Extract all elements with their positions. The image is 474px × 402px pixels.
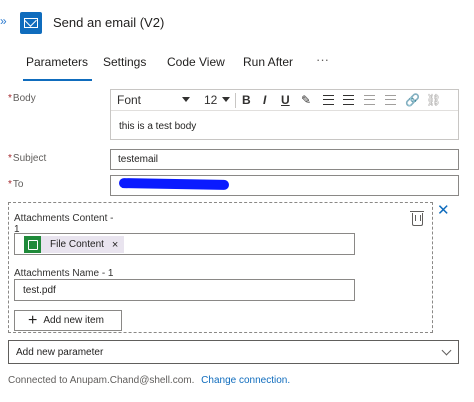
tab-settings[interactable]: Settings [103, 55, 146, 69]
redaction-scribble [118, 178, 230, 190]
subject-label: *Subject [8, 153, 47, 164]
numbered-list-icon[interactable] [343, 95, 354, 105]
decrease-indent-icon[interactable] [364, 95, 375, 105]
outlook-icon [20, 12, 42, 34]
collapse-arrow-icon[interactable]: » [0, 14, 7, 28]
italic-button[interactable]: I [263, 93, 266, 107]
editor-toolbar: Font 12 B I U ✎ 🔗 ⛓ [111, 90, 458, 111]
chevron-down-icon [441, 345, 452, 356]
remove-token-icon[interactable]: × [112, 239, 118, 251]
tab-parameters[interactable]: Parameters [22, 55, 93, 81]
action-header: » Send an email (V2) [0, 0, 474, 46]
connection-text: Connected to Anupam.Chand@shell.com. [8, 375, 195, 386]
add-parameter-dropdown[interactable]: Add new parameter [8, 340, 459, 364]
underline-button[interactable]: U [281, 93, 290, 107]
attachments-name-input[interactable]: test.pdf [14, 279, 355, 301]
file-content-token[interactable]: File Content × [24, 236, 125, 253]
tab-code-view[interactable]: Code View [167, 55, 225, 69]
sharepoint-file-icon [24, 236, 41, 253]
add-new-item-button[interactable]: + Add new item [14, 310, 122, 331]
link-icon[interactable]: 🔗 [405, 93, 420, 107]
body-text[interactable]: this is a test body [119, 121, 196, 132]
plus-icon: + [28, 311, 38, 329]
font-size-select[interactable]: 12 [204, 93, 217, 107]
attachments-name-label: Attachments Name - 1 [14, 268, 114, 279]
to-label: *To [8, 179, 24, 190]
attachments-content-label: Attachments Content - 1 [14, 213, 114, 235]
tab-run-after[interactable]: Run After [243, 55, 293, 69]
connection-footer: Connected to Anupam.Chand@shell.com. Cha… [8, 375, 290, 386]
delete-item-icon[interactable] [410, 211, 424, 226]
subject-input[interactable]: testemail [110, 149, 459, 170]
action-title[interactable]: Send an email (V2) [53, 15, 164, 30]
font-dropdown-icon[interactable] [182, 97, 190, 102]
bulleted-list-icon[interactable] [323, 95, 334, 105]
font-size-dropdown-icon[interactable] [222, 97, 230, 102]
attachments-content-input[interactable]: File Content × [14, 233, 355, 255]
bold-button[interactable]: B [242, 93, 251, 107]
increase-indent-icon[interactable] [385, 95, 396, 105]
to-input[interactable] [110, 175, 459, 196]
more-tabs-icon[interactable]: ··· [316, 52, 329, 67]
body-label: *Body [8, 93, 36, 104]
tab-bar: Parameters Settings Code View Run After … [0, 50, 474, 81]
font-select[interactable]: Font [117, 93, 141, 107]
unlink-icon[interactable]: ⛓ [426, 93, 441, 107]
change-connection-link[interactable]: Change connection. [201, 375, 290, 386]
close-icon[interactable]: ✕ [437, 203, 450, 218]
body-editor[interactable]: Font 12 B I U ✎ 🔗 ⛓ this is a test body [110, 89, 459, 140]
highlight-pen-icon[interactable]: ✎ [301, 93, 311, 107]
